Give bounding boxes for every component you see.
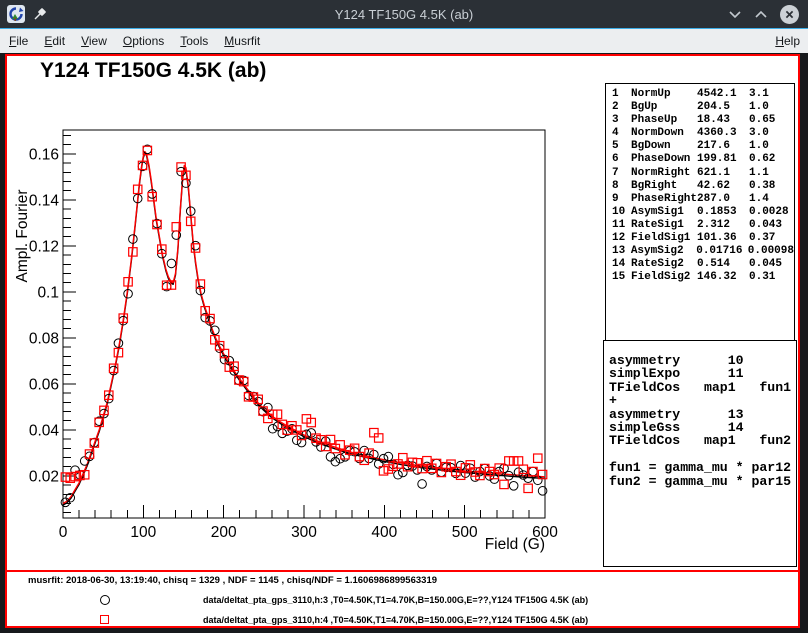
fit-info-text: musrfit: 2018-06-30, 13:19:40, chisq = 1… <box>28 575 437 586</box>
parameter-row: 14RateSig20.5140.045 <box>612 258 794 271</box>
parameter-row: 2BgUp204.51.0 <box>612 101 794 114</box>
menu-item-file[interactable]: File <box>1 30 36 52</box>
root-canvas[interactable]: Y124 TF150G 4.5K (ab) Ampl. Fourier Fiel… <box>5 54 800 628</box>
parameter-row: 11RateSig12.3120.043 <box>612 219 794 232</box>
window-title: Y124 TF150G 4.5K (ab) <box>0 7 808 22</box>
theory-box: asymmetry 10 simplExpo 11 TFieldCos map1… <box>603 340 797 567</box>
pad-divider <box>7 570 798 572</box>
menu-item-options[interactable]: Options <box>115 30 172 52</box>
minimize-button[interactable] <box>728 9 742 19</box>
parameter-row: 13AsymSig20.017160.00098 <box>612 245 794 258</box>
parameter-row: 9PhaseRight287.01.4 <box>612 193 794 206</box>
menubar-items: FileEditViewOptionsToolsMusrfit <box>0 30 268 52</box>
parameter-row: 1NormUp4542.13.1 <box>612 88 794 101</box>
svg-text:0.08: 0.08 <box>29 330 59 347</box>
svg-text:0.1: 0.1 <box>37 284 59 301</box>
root-app-icon <box>7 5 25 23</box>
titlebar[interactable]: Y124 TF150G 4.5K (ab) <box>0 0 808 28</box>
svg-text:200: 200 <box>211 524 237 541</box>
svg-text:0.16: 0.16 <box>29 146 59 163</box>
theory-text: asymmetry 10 simplExpo 11 TFieldCos map1… <box>609 354 796 488</box>
menu-item-help[interactable]: Help <box>767 30 808 52</box>
svg-text:0: 0 <box>59 524 68 541</box>
parameter-row: 15FieldSig2146.320.31 <box>612 271 794 284</box>
application-window: { "window": { "title": "Y124 TF150G 4.5K… <box>0 0 808 633</box>
svg-text:600: 600 <box>532 524 558 541</box>
parameter-row: 4NormDown4360.33.0 <box>612 127 794 140</box>
menu-item-musrfit[interactable]: Musrfit <box>216 30 268 52</box>
svg-text:0.12: 0.12 <box>29 238 59 255</box>
svg-text:0.14: 0.14 <box>29 192 60 209</box>
menu-item-view[interactable]: View <box>73 30 115 52</box>
svg-text:500: 500 <box>452 524 478 541</box>
parameter-row: 3PhaseUp18.430.65 <box>612 114 794 127</box>
parameter-row: 5BgDown217.61.0 <box>612 140 794 153</box>
close-button[interactable] <box>780 5 799 24</box>
parameter-row: 8BgRight42.620.38 <box>612 180 794 193</box>
menubar: FileEditViewOptionsToolsMusrfit Help <box>0 28 808 53</box>
menu-item-tools[interactable]: Tools <box>172 30 216 52</box>
pin-icon[interactable] <box>33 7 47 21</box>
legend-entry-label-1: data/deltat_pta_gps_3110,h:3 ,T0=4.50K,T… <box>203 595 588 605</box>
svg-text:400: 400 <box>371 524 397 541</box>
maximize-button[interactable] <box>754 9 768 19</box>
menu-item-edit[interactable]: Edit <box>36 30 73 52</box>
parameter-row: 6PhaseDown199.810.62 <box>612 153 794 166</box>
parameter-row: 12FieldSig1101.360.37 <box>612 232 794 245</box>
svg-text:100: 100 <box>130 524 156 541</box>
legend-square-marker <box>100 615 109 624</box>
legend-entry-label-2: data/deltat_pta_gps_3110,h:4 ,T0=4.50K,T… <box>203 615 588 625</box>
svg-text:0.02: 0.02 <box>29 468 59 485</box>
svg-text:0.04: 0.04 <box>29 422 60 439</box>
parameter-row: 7NormRight621.11.1 <box>612 167 794 180</box>
parameter-row: 10AsymSig10.18530.0028 <box>612 206 794 219</box>
svg-text:300: 300 <box>291 524 317 541</box>
fit-parameter-box: 1NormUp4542.13.12BgUp204.51.03PhaseUp18.… <box>605 83 795 341</box>
svg-text:0.06: 0.06 <box>29 376 59 393</box>
legend-circle-marker <box>100 595 110 605</box>
